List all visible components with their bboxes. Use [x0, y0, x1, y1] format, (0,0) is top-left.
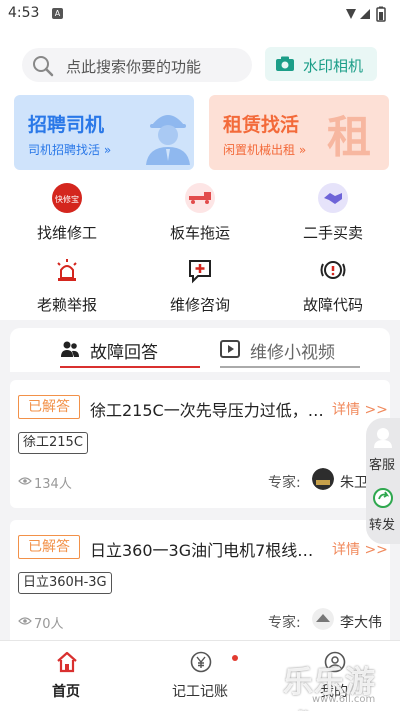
- expert-name: 李大伟: [340, 615, 382, 631]
- question-title: 徐工215C一次先导压力过低，…: [90, 401, 324, 420]
- status-badge: 已解答: [18, 395, 80, 419]
- avatar: [312, 608, 334, 630]
- tab-underline: [220, 366, 360, 368]
- search-bar[interactable]: 点此搜索你要的功能: [22, 48, 252, 82]
- content-tabs: 故障回答 维修小视频: [10, 328, 390, 372]
- video-play-icon: [220, 340, 240, 358]
- home-icon: [57, 651, 77, 673]
- banner-title: 招聘司机: [28, 114, 105, 136]
- customer-service-icon[interactable]: [373, 426, 393, 448]
- handshake-icon: [318, 183, 348, 213]
- search-icon: [33, 56, 54, 77]
- answer-card[interactable]: 已解答 徐工215C一次先导压力过低，… 详情 >> 徐工215C 134人 专…: [10, 380, 390, 508]
- model-tag: 徐工215C: [18, 432, 88, 454]
- banner-driver-recruit[interactable]: 招聘司机 司机招聘找活 »: [14, 95, 194, 170]
- notification-dot: [232, 655, 238, 661]
- yen-coin-icon: [190, 651, 212, 673]
- watermark-url: www.6ll.com: [312, 694, 376, 705]
- menu-item-secondhand[interactable]: 二手买卖: [278, 182, 388, 246]
- eye-icon: [18, 477, 32, 485]
- tab-repair-videos[interactable]: 维修小视频: [220, 338, 370, 368]
- camera-button-label: 水印相机: [303, 57, 364, 75]
- tab-label: 故障回答: [90, 343, 158, 363]
- avatar: [312, 468, 334, 490]
- tab-fault-answers[interactable]: 故障回答: [60, 338, 200, 368]
- status-badge: 已解答: [18, 535, 80, 559]
- svg-text:快修宝: 快修宝: [55, 194, 79, 204]
- tab-underline: [60, 366, 200, 368]
- menu-item-fault-code[interactable]: 故障代码: [278, 254, 388, 318]
- status-time: 4:53: [8, 5, 40, 21]
- status-bar: 4:53 A: [0, 0, 400, 28]
- answer-card[interactable]: 已解答 日立360一3G油门电机7根线… 详情 >> 日立360H-3G 70人…: [10, 520, 390, 648]
- top-section: 点此搜索你要的功能 水印相机 招聘司机 司机招聘找活 » 租 租赁找活 闲置机械…: [0, 28, 400, 320]
- tow-truck-icon: [185, 183, 215, 213]
- menu-item-label: 老赖举报: [36, 296, 97, 314]
- eye-icon: [18, 617, 32, 625]
- camera-icon: [276, 56, 294, 71]
- menu-item-label: 维修咨询: [169, 296, 230, 314]
- menu-item-label: 二手买卖: [302, 224, 363, 242]
- question-title: 日立360一3G油门电机7根线…: [90, 541, 314, 560]
- menu-item-consult[interactable]: 维修咨询: [145, 254, 255, 318]
- tab-label: 维修小视频: [250, 343, 335, 363]
- model-tag: 日立360H-3G: [18, 572, 112, 594]
- view-count: 134人: [34, 477, 72, 492]
- signal-wifi-battery-icon: [346, 6, 386, 22]
- banner-rental[interactable]: 租 租赁找活 闲置机械出租 »: [209, 95, 389, 170]
- consult-chat-icon: [189, 260, 211, 284]
- banner-rent-char: 租: [327, 112, 371, 163]
- nav-label: 首页: [52, 684, 80, 700]
- menu-item-report[interactable]: 老赖举报: [12, 254, 122, 318]
- banner-subtitle: 闲置机械出租 »: [223, 143, 307, 157]
- view-count: 70人: [34, 617, 64, 632]
- nav-label: 记工记账: [172, 684, 228, 700]
- nav-accounting[interactable]: 记工记账: [150, 651, 250, 707]
- menu-item-repair[interactable]: 快修宝 找维修工: [12, 182, 122, 246]
- share-label[interactable]: 转发: [369, 514, 395, 533]
- watermark-camera-button[interactable]: 水印相机: [265, 47, 377, 81]
- menu-item-label: 找维修工: [36, 224, 97, 242]
- repair-badge-icon: 快修宝: [52, 183, 82, 213]
- worker-helmet-icon: [146, 115, 190, 165]
- menu-item-label: 板车拖运: [169, 224, 230, 242]
- detail-link[interactable]: 详情 >>: [332, 399, 388, 419]
- notification-badge: A: [52, 8, 63, 19]
- expert-label: 专家:: [268, 475, 301, 491]
- menu-item-label: 故障代码: [302, 296, 363, 314]
- side-float-panel: 客服 转发: [366, 418, 400, 544]
- banner-title: 租赁找活: [223, 114, 300, 136]
- fault-code-icon: [320, 261, 346, 279]
- search-placeholder: 点此搜索你要的功能: [66, 58, 202, 76]
- alarm-light-icon: [57, 259, 77, 281]
- menu-item-tow[interactable]: 板车拖运: [145, 182, 255, 246]
- customer-service-label[interactable]: 客服: [369, 454, 395, 473]
- nav-home[interactable]: 首页: [16, 651, 116, 707]
- share-icon[interactable]: [373, 488, 393, 508]
- banner-subtitle: 司机招聘找活 »: [28, 143, 112, 157]
- expert-label: 专家:: [268, 615, 301, 631]
- people-icon: [61, 341, 79, 357]
